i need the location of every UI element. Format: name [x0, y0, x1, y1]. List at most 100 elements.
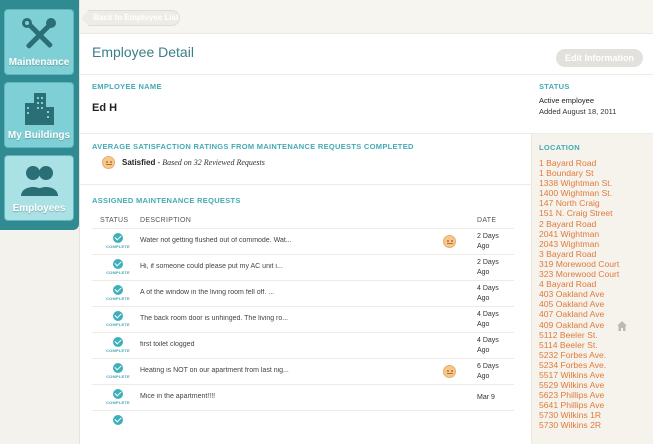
- table-row[interactable]: COMPLETE first toilet clogged 4 Days Ago: [92, 332, 514, 358]
- location-link[interactable]: 2 Bayard Road: [539, 219, 619, 229]
- request-date: 4 Days Ago: [477, 285, 499, 302]
- edit-information-button[interactable]: Edit Information: [556, 49, 643, 67]
- location-link[interactable]: 405 Oakland Ave: [539, 299, 619, 309]
- location-link[interactable]: 407 Oakland Ave: [539, 309, 619, 319]
- location-label: LOCATION: [539, 143, 581, 152]
- column-header-status: STATUS: [100, 217, 129, 224]
- location-link[interactable]: 319 Morewood Court: [539, 259, 619, 269]
- page-title: Employee Detail: [92, 44, 194, 60]
- request-date: 2 Days Ago: [477, 233, 499, 250]
- tools-icon: [22, 18, 56, 49]
- sidebar-nav: Maintenance My Buildings Employees: [0, 0, 79, 230]
- check-icon: [113, 337, 123, 347]
- location-panel: LOCATION 1 Bayard Road 1 Boundary St 1338 …: [531, 134, 653, 444]
- request-date: 6 Days Ago: [477, 363, 499, 380]
- nav-my-buildings[interactable]: My Buildings: [4, 82, 74, 148]
- nav-maintenance[interactable]: Maintenance: [4, 9, 74, 75]
- request-date: 2 Days Ago: [477, 259, 499, 276]
- column-header-date: DATE: [477, 217, 497, 224]
- employee-name: Ed H: [92, 102, 118, 114]
- table-row[interactable]: COMPLETE Mice in the apartment!!!! Mar 9: [92, 384, 514, 410]
- request-date: 4 Days Ago: [477, 311, 499, 328]
- table-row[interactable]: COMPLETE Water not getting flushed out o…: [92, 228, 514, 254]
- nav-maintenance-label: Maintenance: [8, 57, 70, 68]
- location-link[interactable]: 5232 Forbes Ave.: [539, 350, 619, 360]
- check-icon: [113, 233, 123, 243]
- location-link[interactable]: 5730 Wilkins 1R: [539, 410, 619, 420]
- buildings-icon: [25, 93, 54, 125]
- satisfaction-label: AVERAGE SATISFACTION RATINGS FROM MAINTE…: [92, 142, 414, 151]
- location-link[interactable]: 1400 Wightman St.: [539, 188, 619, 198]
- table-row[interactable]: COMPLETE Hi, if someone could please put…: [92, 254, 514, 280]
- nav-employees[interactable]: Employees: [4, 155, 74, 221]
- divider: [80, 74, 653, 75]
- request-description: Mice in the apartment!!!!: [140, 393, 216, 400]
- column-header-description: DESCRIPTION: [140, 217, 192, 224]
- complete-badge: COMPLETE: [106, 348, 130, 353]
- check-icon: [113, 389, 123, 399]
- location-link[interactable]: 323 Morewood Court: [539, 269, 619, 279]
- location-link[interactable]: 1 Bayard Road: [539, 158, 619, 168]
- table-row[interactable]: COMPLETE A of the window in the living r…: [92, 280, 514, 306]
- main-content: Back to Employee List Employee Detail Ed…: [79, 0, 653, 444]
- location-link[interactable]: 5641 Phillips Ave: [539, 400, 619, 410]
- nav-my-buildings-label: My Buildings: [7, 130, 71, 141]
- nav-employees-label: Employees: [12, 203, 66, 214]
- request-description: The back room door is unhinged. The livi…: [140, 315, 289, 322]
- request-date: 4 Days Ago: [477, 337, 499, 354]
- location-link[interactable]: 403 Oakland Ave: [539, 289, 619, 299]
- location-list: 1 Bayard Road 1 Boundary St 1338 Wightman …: [539, 158, 619, 431]
- home-icon[interactable]: [616, 320, 628, 332]
- location-link[interactable]: 5623 Phillips Ave: [539, 390, 619, 400]
- location-link[interactable]: 5730 Wilkins 2R: [539, 420, 619, 430]
- request-description: Heating is NOT on our apartment from las…: [140, 367, 289, 374]
- location-link[interactable]: 5112 Beeler St.: [539, 330, 619, 340]
- satisfied-face-icon: [443, 235, 456, 248]
- location-link[interactable]: 409 Oakland Ave: [539, 320, 619, 330]
- location-link[interactable]: 5529 Wilkins Ave: [539, 380, 619, 390]
- request-description: Hi, if someone could please put my AC un…: [140, 263, 283, 270]
- check-icon: [113, 259, 123, 269]
- satisfaction-summary: Satisfied - Based on 32 Reviewed Request…: [102, 156, 265, 169]
- status-label: STATUS: [539, 82, 570, 91]
- location-link[interactable]: 5114 Beeler St.: [539, 340, 619, 350]
- location-link[interactable]: 2043 Wightman: [539, 239, 619, 249]
- sidebar: Maintenance My Buildings Employees: [0, 0, 79, 444]
- location-link[interactable]: 1338 Wightman St.: [539, 178, 619, 188]
- location-link[interactable]: 5234 Forbes Ave.: [539, 360, 619, 370]
- status-value: Active employee: [539, 96, 595, 105]
- complete-badge: COMPLETE: [106, 374, 130, 379]
- satisfaction-detail: - Based on 32 Reviewed Requests: [157, 158, 265, 167]
- location-link[interactable]: 1 Boundary St: [539, 168, 619, 178]
- complete-badge: COMPLETE: [106, 400, 130, 405]
- status-info: Active employee Added August 18, 2011: [539, 96, 616, 116]
- complete-badge: COMPLETE: [106, 244, 130, 249]
- request-description: first toilet clogged: [140, 341, 195, 348]
- table-row[interactable]: COMPLETE The back room door is unhinged.…: [92, 306, 514, 332]
- check-icon: [113, 363, 123, 373]
- check-icon: [113, 311, 123, 321]
- check-icon: [113, 285, 123, 295]
- request-description: A of the window in the living room fell …: [140, 289, 275, 296]
- complete-badge: COMPLETE: [106, 296, 130, 301]
- table-row[interactable]: [92, 410, 514, 436]
- table-row[interactable]: COMPLETE Heating is NOT on our apartment…: [92, 358, 514, 384]
- location-link[interactable]: 151 N. Craig Street: [539, 208, 619, 218]
- top-bar: Back to Employee List: [80, 0, 653, 34]
- people-icon: [21, 166, 58, 196]
- request-date: Mar 9: [477, 394, 495, 401]
- location-link[interactable]: 5517 Wilkins Ave: [539, 370, 619, 380]
- satisfaction-rating: Satisfied: [122, 158, 156, 167]
- satisfied-face-icon: [443, 365, 456, 378]
- added-date: Added August 18, 2011: [539, 107, 617, 116]
- location-link[interactable]: 3 Bayard Road: [539, 249, 619, 259]
- divider: [80, 184, 531, 185]
- back-to-employee-list-button[interactable]: Back to Employee List: [81, 10, 180, 26]
- satisfied-face-icon: [102, 156, 115, 169]
- location-link[interactable]: 147 North Craig: [539, 198, 619, 208]
- complete-badge: COMPLETE: [106, 322, 130, 327]
- check-icon: [113, 415, 123, 425]
- employee-name-label: EMPLOYEE NAME: [92, 82, 162, 91]
- location-link[interactable]: 2041 Wightman: [539, 229, 619, 239]
- location-link[interactable]: 4 Bayard Road: [539, 279, 619, 289]
